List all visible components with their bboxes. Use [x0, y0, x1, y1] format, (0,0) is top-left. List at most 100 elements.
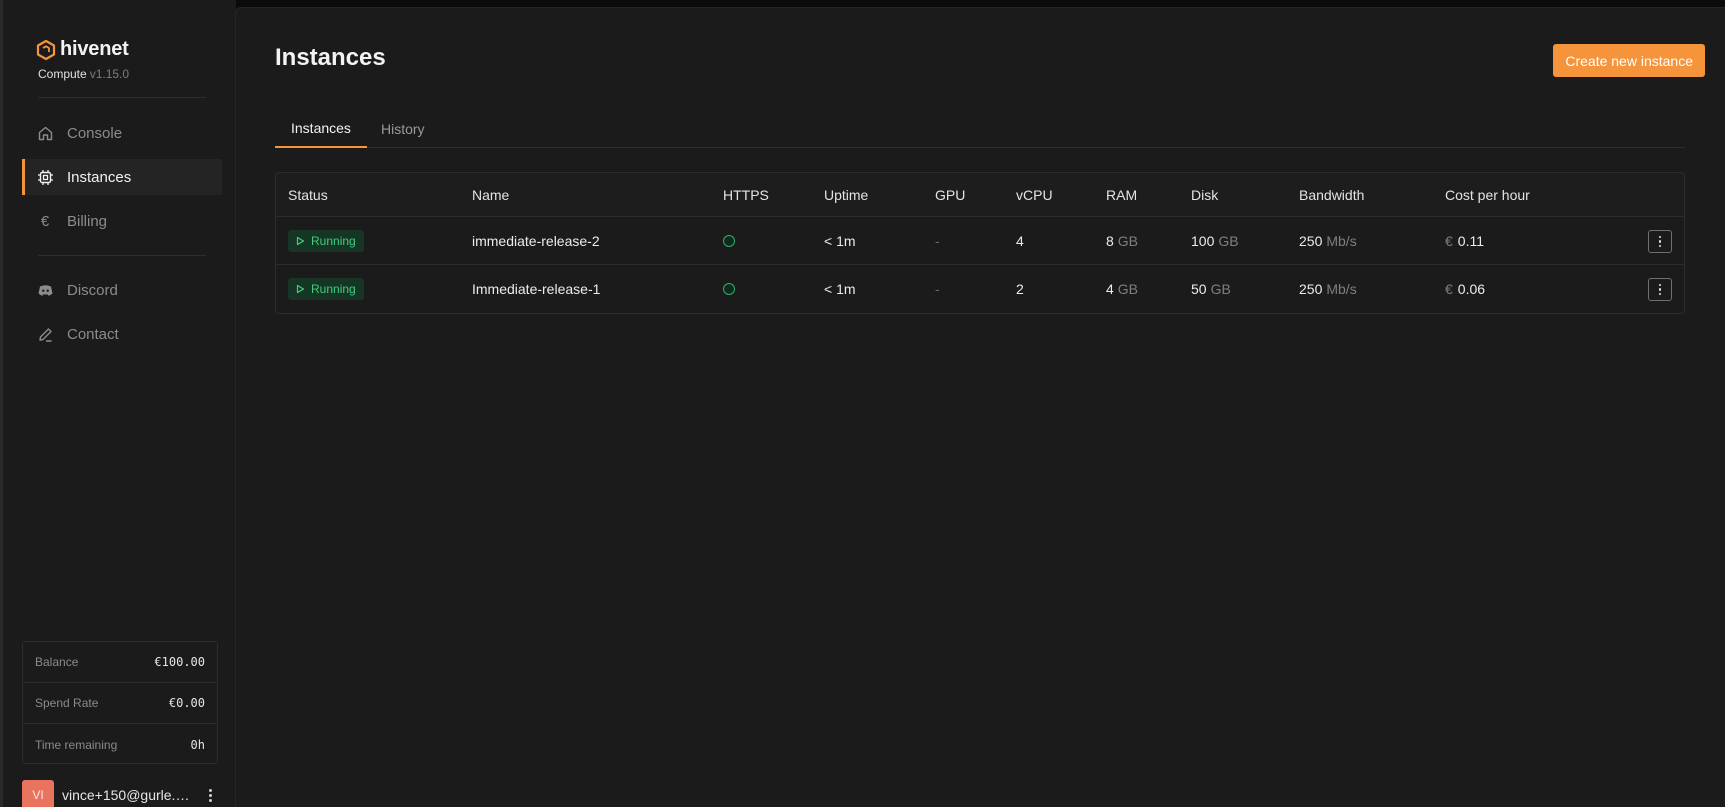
header-ram[interactable]: RAM [1106, 173, 1137, 216]
time-remaining-row: Time remaining 0h [23, 724, 217, 765]
bandwidth-cell: 250 Mb/s [1299, 217, 1357, 264]
ram-value: 4 [1106, 281, 1114, 297]
table-header: Status Name HTTPS Uptime GPU vCPU RAM Di… [276, 173, 1684, 217]
spend-rate-row: Spend Rate €0.00 [23, 683, 217, 724]
status-cell: Running [288, 265, 364, 313]
status-badge: Running [288, 229, 364, 252]
hivenet-logo-icon [36, 39, 56, 60]
disk-value: 100 [1191, 232, 1215, 249]
cost-cell: €0.06 [1445, 265, 1485, 313]
sidebar-item-label: Contact [67, 325, 119, 343]
discord-icon [36, 281, 54, 299]
sidebar-item-instances[interactable]: Instances [22, 159, 222, 195]
product-name: Compute [38, 67, 87, 81]
spend-rate-value: €0.00 [168, 696, 205, 710]
uptime: < 1m [824, 281, 856, 297]
sidebar-item-label: Console [67, 124, 123, 142]
spend-rate-label: Spend Rate [35, 696, 99, 710]
play-icon [296, 236, 305, 245]
ram-unit: GB [1117, 281, 1139, 297]
header-bandwidth[interactable]: Bandwidth [1299, 173, 1364, 216]
cost-value: 0.06 [1457, 281, 1486, 297]
ram-unit: GB [1117, 232, 1139, 249]
status-badge: Running [288, 278, 364, 300]
cost-cell: €0.11 [1445, 217, 1484, 264]
header-disk[interactable]: Disk [1191, 173, 1218, 216]
sidebar-item-billing[interactable]: € Billing [22, 203, 222, 239]
brand-name: hivenet [60, 38, 129, 60]
version-label: v1.15.0 [89, 67, 130, 81]
https-cell [723, 217, 735, 264]
header-vcpu[interactable]: vCPU [1016, 173, 1053, 216]
instances-table: Status Name HTTPS Uptime GPU vCPU RAM Di… [275, 172, 1685, 314]
header-status[interactable]: Status [288, 173, 328, 216]
header-name[interactable]: Name [472, 173, 509, 216]
sidebar-divider [38, 97, 206, 98]
ram-value: 8 [1106, 232, 1114, 249]
balance-card: Balance €100.00 Spend Rate €0.00 Time re… [22, 641, 218, 764]
bandwidth-unit: Mb/s [1326, 281, 1357, 297]
brand[interactable]: hivenet [36, 38, 129, 61]
user-profile[interactable]: VI vince+150@gurle.com [22, 780, 222, 807]
user-menu-kebab-icon[interactable] [202, 785, 218, 805]
create-instance-button[interactable]: Create new instance [1553, 44, 1705, 77]
bandwidth-value: 250 [1299, 281, 1323, 297]
table-row[interactable]: Running Immediate-release-1 < 1m - 2 4 GB… [276, 265, 1684, 313]
vcpu: 4 [1016, 232, 1024, 249]
sidebar-item-label: Instances [67, 168, 132, 186]
avatar: VI [22, 780, 54, 807]
sidebar-item-discord[interactable]: Discord [22, 272, 222, 308]
home-icon [36, 124, 54, 142]
user-email: vince+150@gurle.com [62, 787, 194, 803]
disk-unit: GB [1218, 232, 1239, 249]
main-panel: Instances Create new instance Instances … [235, 7, 1725, 807]
sidebar-item-contact[interactable]: Contact [22, 316, 222, 352]
header-uptime[interactable]: Uptime [824, 173, 868, 216]
sidebar-item-label: Discord [67, 281, 118, 299]
https-status-icon [723, 283, 735, 295]
status-text: Running [311, 282, 356, 296]
row-actions-kebab-icon[interactable] [1648, 230, 1672, 253]
sidebar-divider [38, 255, 206, 256]
disk-value: 50 [1191, 281, 1207, 297]
gpu: - [935, 232, 940, 249]
euro-icon: € [40, 212, 50, 230]
bandwidth-unit: Mb/s [1326, 232, 1357, 249]
row-actions-kebab-icon[interactable] [1648, 278, 1672, 301]
sidebar-item-console[interactable]: Console [22, 115, 222, 151]
disk-cell: 100 GB [1191, 217, 1239, 264]
https-cell [723, 265, 735, 313]
sidebar-item-label: Billing [67, 212, 108, 230]
cost-value: 0.11 [1457, 232, 1485, 249]
disk-unit: GB [1210, 281, 1231, 297]
bandwidth-cell: 250 Mb/s [1299, 265, 1357, 313]
play-icon [296, 284, 305, 294]
chip-icon [36, 168, 54, 186]
time-remaining-label: Time remaining [35, 737, 118, 752]
time-remaining-value: 0h [190, 737, 205, 752]
balance-row: Balance €100.00 [23, 642, 217, 683]
currency-symbol: € [1445, 281, 1453, 297]
pencil-icon [36, 325, 54, 343]
page-title: Instances [275, 44, 386, 71]
tab-history[interactable]: History [371, 110, 435, 148]
product-version: Compute v1.15.0 [38, 67, 129, 81]
instance-name[interactable]: immediate-release-2 [472, 217, 600, 264]
table-row[interactable]: Running immediate-release-2 < 1m - 4 8 GB… [276, 217, 1684, 265]
uptime: < 1m [824, 232, 856, 249]
vcpu: 2 [1016, 281, 1024, 297]
header-cost-per-hour[interactable]: Cost per hour [1445, 173, 1530, 216]
ram-cell: 4 GB [1106, 265, 1138, 313]
bandwidth-value: 250 [1299, 232, 1323, 249]
instance-name[interactable]: Immediate-release-1 [472, 265, 600, 313]
balance-label: Balance [35, 655, 79, 669]
sidebar: hivenet Compute v1.15.0 Console Instances… [0, 0, 236, 807]
header-gpu[interactable]: GPU [935, 173, 965, 216]
currency-symbol: € [1445, 232, 1453, 249]
status-text: Running [311, 233, 356, 248]
status-cell: Running [288, 217, 364, 264]
header-https[interactable]: HTTPS [723, 173, 769, 216]
disk-cell: 50 GB [1191, 265, 1231, 313]
tab-instances[interactable]: Instances [275, 110, 367, 148]
https-status-icon [723, 234, 735, 247]
